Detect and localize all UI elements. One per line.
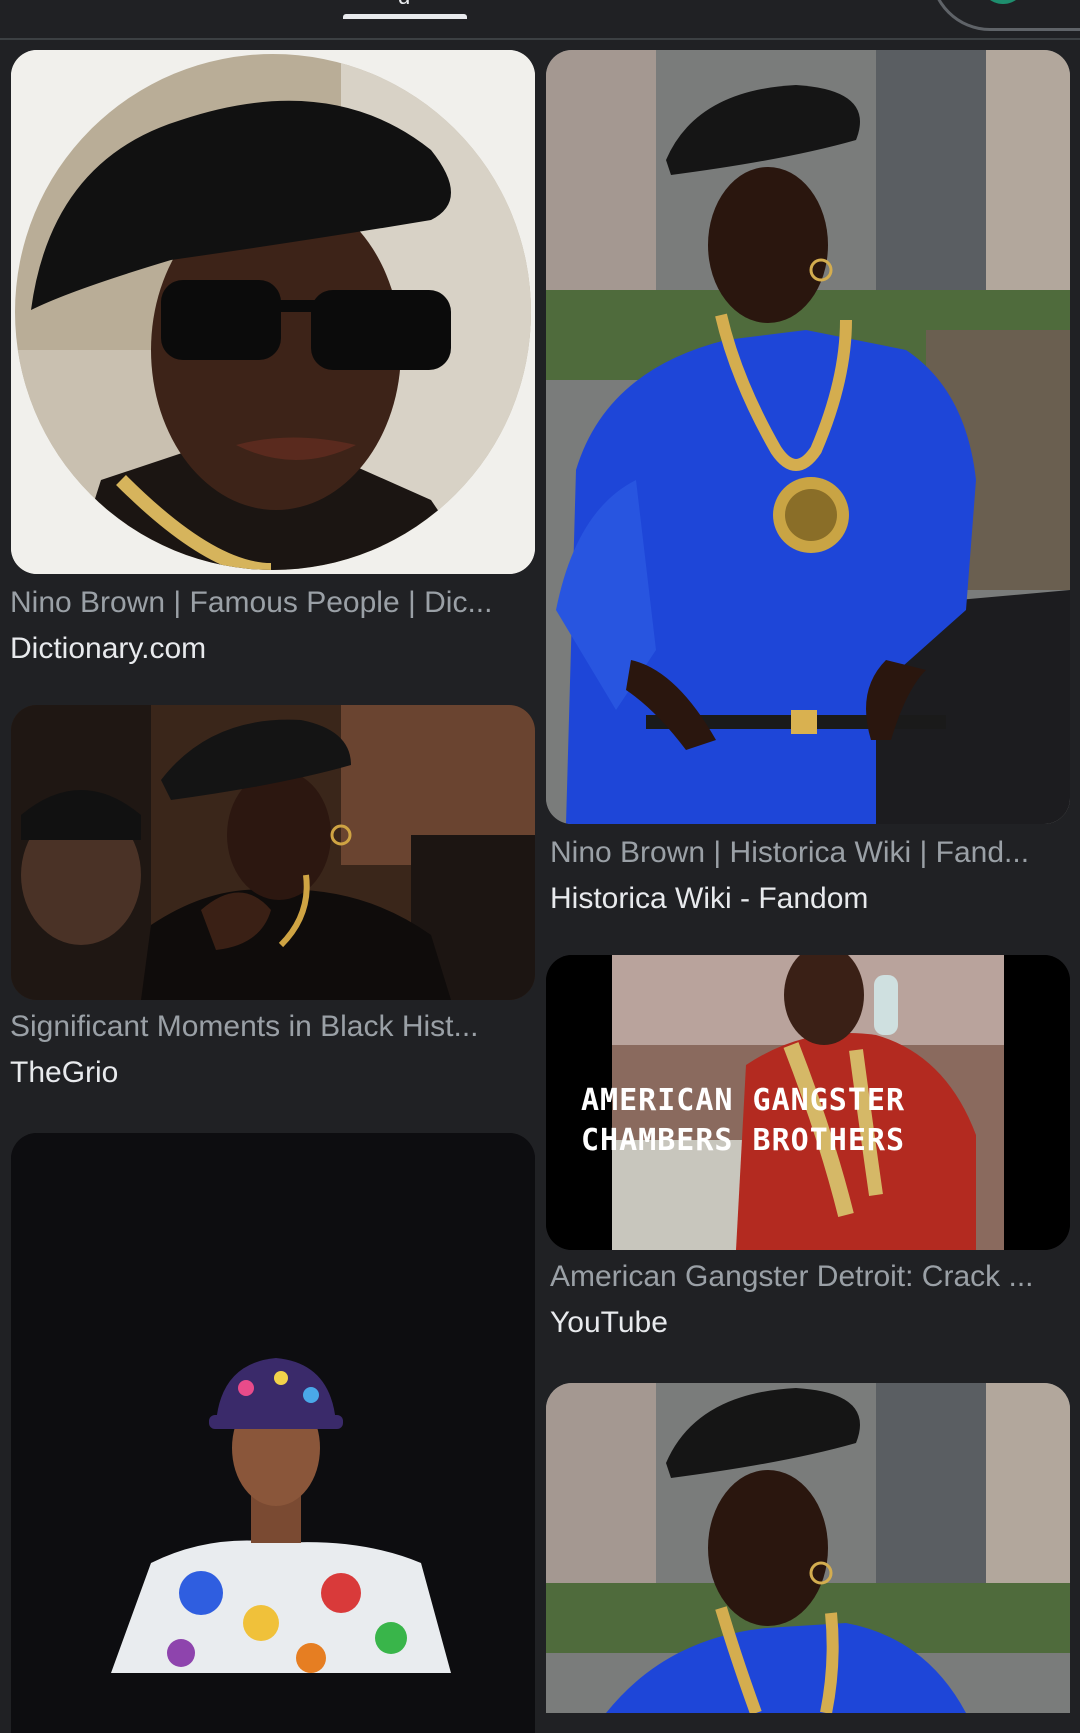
result-title[interactable]: Nino Brown | Famous People | Dic... (10, 586, 510, 620)
result-title[interactable]: Significant Moments in Black Hist... (10, 1010, 510, 1044)
portrait-image (11, 50, 535, 574)
result-thumbnail[interactable]: AMERICAN GANGSTER CHAMBERS BROTHERS (546, 955, 1070, 1250)
movie-still-image (11, 705, 535, 1000)
portrait-image (11, 1133, 535, 1733)
portrait-image (546, 50, 1070, 824)
result-source[interactable]: YouTube (550, 1306, 668, 1340)
thumbnail-overlay-line-2: CHAMBERS BROTHERS (581, 1123, 906, 1158)
image-result[interactable] (0, 1130, 540, 1733)
image-result[interactable]: Nino Brown | Historica Wiki | Fand... Hi… (540, 0, 1080, 930)
result-source[interactable]: Dictionary.com (10, 632, 206, 666)
image-result[interactable] (540, 1380, 1080, 1713)
image-result[interactable]: Significant Moments in Black Hist... The… (0, 700, 540, 1110)
result-title[interactable]: Nino Brown | Historica Wiki | Fand... (550, 836, 1050, 870)
result-thumbnail[interactable] (546, 1383, 1070, 1713)
image-result[interactable]: Nino Brown | Famous People | Dic... Dict… (0, 0, 540, 680)
portrait-image (546, 1383, 1070, 1713)
image-result[interactable]: AMERICAN GANGSTER CHAMBERS BROTHERS Amer… (540, 950, 1080, 1350)
result-thumbnail[interactable] (11, 50, 535, 574)
result-source[interactable]: TheGrio (10, 1056, 118, 1090)
result-thumbnail[interactable] (11, 1133, 535, 1733)
result-thumbnail[interactable] (11, 705, 535, 1000)
result-title[interactable]: American Gangster Detroit: Crack ... (550, 1260, 1050, 1294)
result-source[interactable]: Historica Wiki - Fandom (550, 882, 868, 916)
result-thumbnail[interactable] (546, 50, 1070, 824)
thumbnail-overlay-line-1: AMERICAN GANGSTER (581, 1083, 906, 1118)
